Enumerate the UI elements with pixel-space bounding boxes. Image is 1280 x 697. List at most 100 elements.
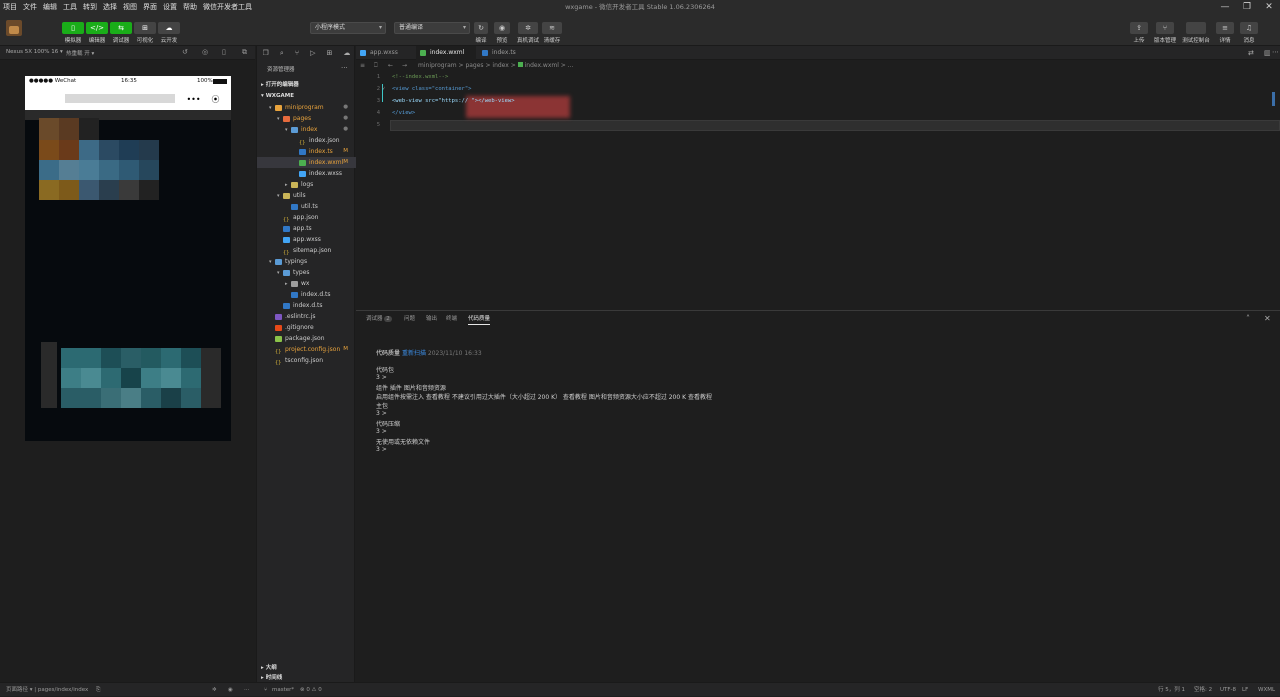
tree-item[interactable]: {} project.config.json M <box>257 344 356 355</box>
menu-item[interactable]: 设置 <box>160 2 180 12</box>
tree-item[interactable]: app.ts <box>257 223 356 234</box>
quality-item[interactable]: 3 > <box>376 446 387 453</box>
back-icon[interactable]: ← <box>388 60 393 72</box>
extensions-icon[interactable]: ⊞ <box>327 49 333 57</box>
eye-icon[interactable]: ◉ <box>228 683 233 697</box>
encoding[interactable]: UTF-8 <box>1220 683 1236 697</box>
tree-item[interactable]: ▸ logs <box>257 179 356 190</box>
test-console-button[interactable] <box>1186 22 1206 34</box>
phone-icon[interactable]: ▯ <box>222 48 226 56</box>
forward-icon[interactable]: → <box>402 60 407 72</box>
more-icon[interactable]: ··· <box>244 683 249 697</box>
menu-item[interactable]: 项目 <box>0 2 20 12</box>
menu-item[interactable]: 微信开发者工具 <box>200 2 255 12</box>
tree-item[interactable]: {} sitemap.json <box>257 245 356 256</box>
tree-item[interactable]: {} tsconfig.json <box>257 355 356 366</box>
popout-icon[interactable]: ⧉ <box>242 48 247 57</box>
git-branch[interactable]: master* <box>272 683 294 697</box>
tree-item[interactable]: package.json <box>257 333 356 344</box>
tree-item[interactable]: ▾ index ● <box>257 124 356 135</box>
record-icon[interactable]: ◎ <box>202 48 208 56</box>
device-select[interactable]: Nexus 5X 100% 16 ▾ <box>6 49 63 55</box>
remote-debug-button[interactable]: ✲ <box>518 22 538 34</box>
bug-icon[interactable]: ✲ <box>212 683 217 697</box>
cloud-icon[interactable]: ☁ <box>343 49 350 57</box>
tree-item[interactable]: index.wxss <box>257 168 356 179</box>
version-button[interactable]: ⑂ <box>1156 22 1174 34</box>
messages-button[interactable]: ♫ <box>1240 22 1258 34</box>
quality-item[interactable]: 3 > <box>376 374 387 381</box>
toolbar-button[interactable]: ▯ <box>62 22 84 34</box>
close-window-button[interactable]: ✕ <box>1258 0 1280 14</box>
menu-item[interactable]: 转到 <box>80 2 100 12</box>
language-mode[interactable]: WXML <box>1258 683 1275 697</box>
code-line[interactable]: <web-view src="https:// "></web-view> <box>392 98 515 104</box>
line-ending[interactable]: LF <box>1242 683 1248 697</box>
tree-item[interactable]: ▾ typings <box>257 256 356 267</box>
bookmark-icon[interactable]: ⎕ <box>374 60 378 72</box>
preview-button[interactable]: ◉ <box>494 22 510 34</box>
tree-item[interactable]: ▾ types <box>257 267 356 278</box>
rotate-icon[interactable]: ↺ <box>182 48 188 56</box>
more-icon[interactable]: ⋯ <box>1272 48 1279 56</box>
chevron-up-icon[interactable]: ˄ <box>1246 314 1250 323</box>
search-icon[interactable]: ⌕ <box>280 49 284 58</box>
tree-item[interactable]: index.d.ts <box>257 300 356 311</box>
maximize-button[interactable]: ❐ <box>1236 0 1258 14</box>
menu-item[interactable]: 帮助 <box>180 2 200 12</box>
fold-icon[interactable]: ˅ <box>382 86 385 92</box>
code-editor[interactable]: 1 <!--index.wxml--> 2 <view class="containe… <box>356 72 1280 310</box>
list-icon[interactable]: ≡ <box>360 60 365 72</box>
menu-item[interactable]: 编辑 <box>40 2 60 12</box>
tree-item[interactable]: ▾ miniprogram ● <box>257 102 356 113</box>
tab-output[interactable]: 输出 <box>426 314 437 325</box>
project-section[interactable]: ▾ WXGAME <box>257 91 356 102</box>
more-icon[interactable]: ··· <box>341 64 348 72</box>
editor-tab[interactable]: app.wxss <box>356 46 414 60</box>
tree-item[interactable]: index.wxml M <box>257 157 356 168</box>
tree-item[interactable]: ▸ wx <box>257 278 356 289</box>
more-icon[interactable]: ••• <box>186 95 200 104</box>
compile-button[interactable]: ↻ <box>474 22 488 34</box>
code-line[interactable]: </view> <box>392 110 415 116</box>
compile-select[interactable]: 普通编译 ▾ <box>394 22 470 34</box>
split-editor-icon[interactable]: ▥ <box>1264 49 1271 57</box>
toolbar-button[interactable]: ☁ <box>158 22 180 34</box>
breadcrumb-item[interactable]: miniprogram <box>418 62 457 69</box>
breadcrumb-item[interactable]: index <box>492 62 508 69</box>
editor-tab[interactable]: index.ts <box>478 46 528 60</box>
tree-item[interactable]: app.wxss <box>257 234 356 245</box>
tab-code-quality[interactable]: 代码质量 <box>468 314 491 325</box>
page-path[interactable]: 页面路径 ▾ | pages/index/index <box>6 683 88 697</box>
menu-item[interactable]: 界面 <box>140 2 160 12</box>
breadcrumb-item[interactable]: index.wxml <box>525 62 559 69</box>
hot-reload-select[interactable]: 热重载 开 ▾ <box>66 49 94 57</box>
avatar[interactable] <box>6 20 22 36</box>
menu-item[interactable]: 工具 <box>60 2 80 12</box>
toolbar-button[interactable]: ⇆ <box>110 22 132 34</box>
tree-item[interactable]: ▾ pages ● <box>257 113 356 124</box>
tree-item[interactable]: .gitignore <box>257 322 356 333</box>
code-line[interactable]: <view class="container"> <box>392 86 471 92</box>
tree-item[interactable]: index.d.ts <box>257 289 356 300</box>
source-control-icon[interactable]: ⑂ <box>295 49 299 57</box>
cursor-position[interactable]: 行 5，列 1 <box>1158 683 1185 697</box>
rescan-link[interactable]: 重新扫描 <box>402 350 426 357</box>
web-view-content[interactable] <box>25 110 231 441</box>
tree-item[interactable]: .eslintrc.js <box>257 311 356 322</box>
breadcrumb-item[interactable]: pages <box>465 62 483 69</box>
tree-item[interactable]: ▾ utils <box>257 190 356 201</box>
editor-tab[interactable]: index.wxml <box>416 46 476 60</box>
indent-setting[interactable]: 空格: 2 <box>1194 683 1212 697</box>
tab-problems[interactable]: 问题 <box>404 314 415 325</box>
menu-item[interactable]: 视图 <box>120 2 140 12</box>
minimize-button[interactable]: — <box>1214 0 1236 14</box>
details-button[interactable]: ≡ <box>1216 22 1234 34</box>
close-capsule-icon[interactable]: ⦿ <box>212 94 220 105</box>
toolbar-button[interactable]: ⊞ <box>134 22 156 34</box>
close-icon[interactable]: ✕ <box>1264 314 1271 323</box>
compare-icon[interactable]: ⇄ <box>1248 49 1254 57</box>
tab-debugger[interactable]: 调试器 2 <box>366 314 392 325</box>
clear-cache-button[interactable]: ≋ <box>542 22 562 34</box>
scrollbar-thumb[interactable] <box>1272 92 1275 106</box>
